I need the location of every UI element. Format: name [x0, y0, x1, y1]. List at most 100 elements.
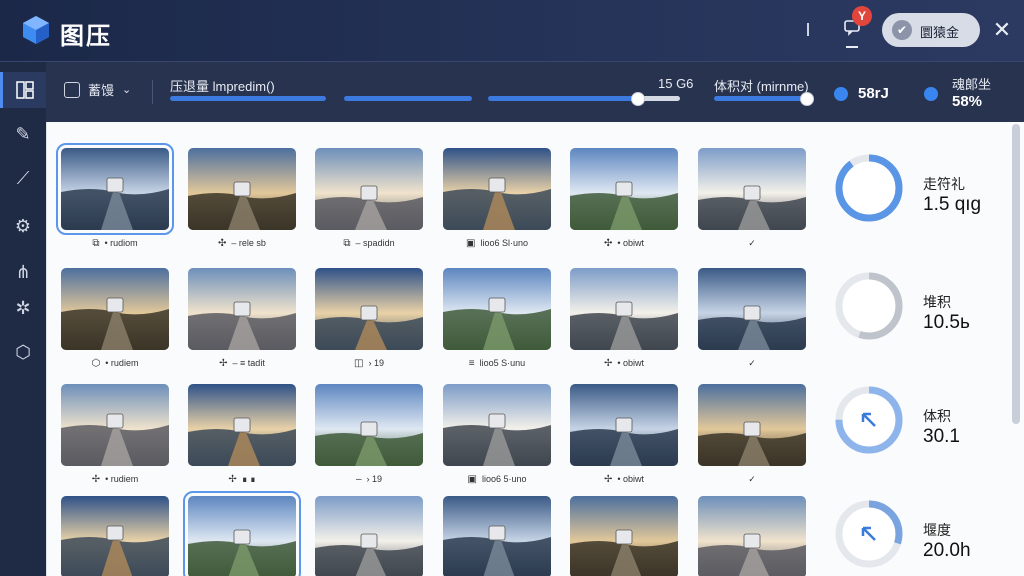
thumbnail-caption: ⬡ • rudiem [61, 356, 169, 370]
image-thumbnail[interactable] [61, 384, 169, 466]
caption-icon: ⧉ [92, 237, 100, 249]
image-thumbnail[interactable] [570, 384, 678, 466]
image-thumbnail[interactable] [183, 491, 301, 576]
image-thumbnail[interactable] [698, 148, 806, 230]
thumbnail-caption: ✣ • obiwt [570, 236, 678, 250]
caption-icon: ⬡ [91, 357, 101, 369]
metric-value: 20.0h [923, 540, 971, 561]
notification-underline [846, 46, 858, 48]
sidebar: ✎ ⟋ ⚙ ⋔ ✲ ⬡ [0, 62, 46, 576]
sidebar-item-gear[interactable]: ⚙ [0, 208, 46, 244]
user-menu[interactable]: ✔ 圜猿金 [882, 13, 980, 47]
thumbnail-caption: ⧉ • rudiom [61, 236, 169, 250]
image-thumbnail[interactable] [443, 384, 551, 466]
caption-text: • rudiom [104, 238, 138, 248]
caption-icon: ✣ [603, 237, 613, 249]
thumbnail-caption: ▣ lioo6 5·uno [443, 472, 551, 486]
caption-text: lioo6 Sl·uno [480, 238, 528, 248]
image-thumbnail[interactable] [315, 268, 423, 350]
sidebar-item-tree[interactable]: ⋔ [0, 254, 46, 290]
format-label: 蓄馒 [88, 83, 115, 98]
image-thumbnail[interactable] [443, 496, 551, 576]
sidebar-item-settings[interactable]: ✲ [0, 290, 46, 326]
brush-icon: ⟋ [16, 167, 30, 188]
image-thumbnail[interactable] [188, 268, 296, 350]
caption-icon: ▣ [467, 473, 477, 485]
caption-text: – spadidn [355, 238, 395, 248]
quality-slider-fill [488, 96, 638, 101]
caption-text: • obiwt [617, 474, 645, 484]
image-thumbnail[interactable] [698, 268, 806, 350]
caption-icon: ✢ [603, 473, 613, 485]
thumbnail-caption: ✓ [698, 472, 806, 486]
image-thumbnail[interactable] [188, 148, 296, 230]
user-name: 圜猿金 [920, 25, 960, 40]
tree-icon: ⋔ [15, 261, 31, 282]
image-grid-panel: ⧉ • rudiom ✣ – rele sb ⧉ – spadidn ▣ lioo6 Sl·u… [46, 122, 1024, 576]
avatar: ✔ [892, 20, 912, 40]
image-thumbnail[interactable] [61, 496, 169, 576]
format-dropdown[interactable]: 蓄馒 ⌄ [64, 80, 131, 99]
caption-icon: ✢ [228, 473, 237, 485]
image-thumbnail[interactable] [315, 496, 423, 576]
image-thumbnail[interactable] [315, 384, 423, 466]
caption-icon: ✢ [91, 473, 101, 485]
scrollbar[interactable] [1012, 124, 1020, 424]
shield-icon: ⬡ [15, 341, 31, 362]
thumbnail-caption: ✣ – rele sb [188, 236, 296, 250]
caption-text: • obiwt [617, 358, 645, 368]
caption-icon: ≡ [468, 357, 475, 369]
caption-text: – rele sb [231, 238, 266, 248]
chevron-down-icon: ⌄ [122, 84, 132, 96]
image-thumbnail[interactable] [443, 268, 551, 350]
image-thumbnail[interactable] [443, 148, 551, 230]
caption-icon: ▣ [466, 237, 476, 249]
caption-icon: ◫ [354, 357, 364, 369]
settings-icon: ✲ [15, 297, 31, 318]
close-icon[interactable]: ✕ [990, 18, 1014, 42]
stat-b-value: 58% [952, 93, 983, 110]
caption-text: lioo6 5·uno [481, 474, 527, 484]
caption-text: › 19 [366, 474, 383, 484]
status-dot-a [834, 87, 848, 101]
metric-ring [835, 500, 903, 568]
image-thumbnail[interactable] [570, 268, 678, 350]
caption-text: • rudiem [105, 358, 139, 368]
image-thumbnail[interactable] [698, 384, 806, 466]
image-thumbnail[interactable] [315, 148, 423, 230]
quality-slider-knob[interactable] [631, 92, 645, 106]
image-thumbnail[interactable] [570, 496, 678, 576]
quality-track-2[interactable] [344, 96, 472, 101]
caption-text: ✓ [748, 473, 756, 484]
metric-value: 10.5ь [923, 312, 970, 333]
quality-value: 15 G6 [658, 76, 694, 91]
app-logo [23, 16, 49, 44]
image-thumbnail[interactable] [698, 496, 806, 576]
metric-label: 堆积 [923, 294, 951, 310]
stat-b-label: 魂郞坐 [952, 77, 992, 92]
text-cursor-icon[interactable]: I [796, 18, 820, 42]
sidebar-item-layout[interactable] [0, 72, 46, 108]
metric-ring [835, 272, 903, 340]
caption-icon: ✢ [603, 357, 613, 369]
caption-icon: ⧉ [343, 237, 351, 249]
caption-text: › 19 [368, 358, 384, 368]
sidebar-item-shield[interactable]: ⬡ [0, 334, 46, 370]
image-thumbnail[interactable] [56, 143, 174, 235]
image-thumbnail[interactable] [570, 148, 678, 230]
quality-label: 压退量 lmpredim() [170, 79, 275, 94]
caption-text: ∎ ∎ [241, 473, 256, 484]
sidebar-item-brush[interactable]: ⟋ [0, 160, 46, 196]
volume-slider-knob[interactable] [800, 92, 814, 106]
volume-slider-fill [714, 96, 807, 101]
image-thumbnail[interactable] [61, 268, 169, 350]
sidebar-item-edit[interactable]: ✎ [0, 116, 46, 152]
toolbar: 蓄馒 ⌄ 压退量 lmpredim() 15 G6 体积对 (mirnme) 5… [46, 62, 1024, 122]
thumbnail-caption: ✓ [698, 236, 806, 250]
quality-track-1[interactable] [170, 96, 326, 101]
caption-icon: ✢ [219, 357, 228, 369]
thumbnail-caption: – › 19 [315, 472, 423, 486]
image-thumbnail[interactable] [188, 384, 296, 466]
title-bar: 图压 I Y ✔ 圜猿金 ✕ [0, 0, 1024, 62]
divider [152, 80, 153, 104]
